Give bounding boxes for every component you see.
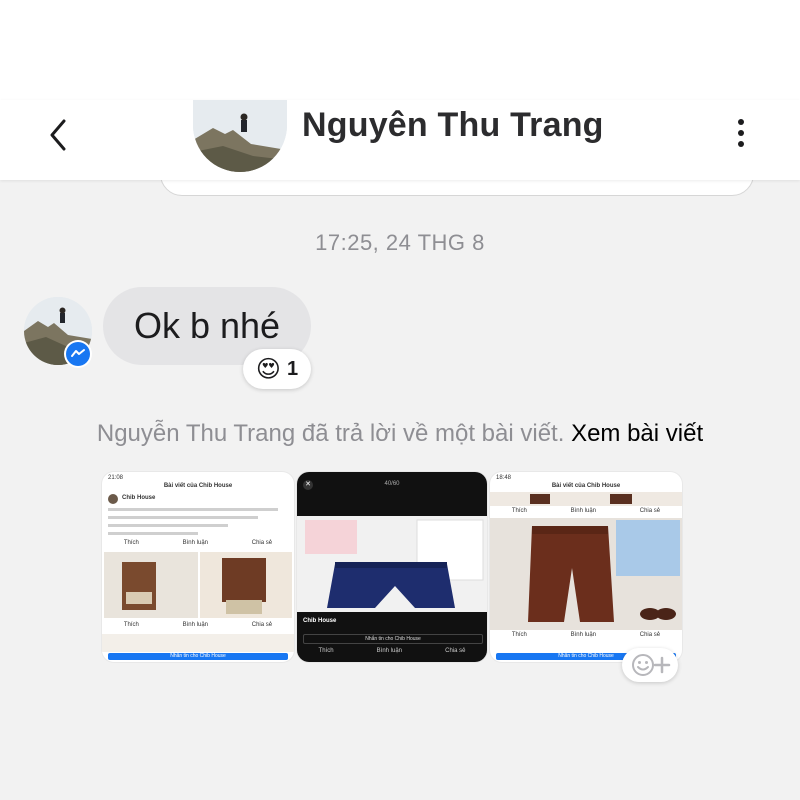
product-photo [490,518,682,630]
post-text-line [108,532,198,535]
chat-header: Nguyên Thu Trang [0,100,800,180]
like-action: Thích [123,622,139,628]
post-action-row: Thích Bình luận Chia sẻ [297,648,487,654]
chevron-left-icon [50,119,66,151]
post-action-row: Thích Bình luận Chia sẻ [102,622,294,628]
like-action: Thích [123,540,139,546]
vertical-dots-icon[interactable] [726,108,756,158]
post-text-line [108,524,228,527]
reply-notice: Nguyễn Thu Trang đã trả lời về một bài v… [0,420,800,448]
post-action-row: Thích Bình luận Chia sẻ [490,508,682,514]
status-time: 18:48 [496,475,512,481]
comment-action: Bình luận [570,508,596,514]
share-action: Chia sẻ [639,632,661,638]
heart-eyes-emoji-icon: 😍 [255,355,281,383]
comment-action: Bình luận [570,632,596,638]
next-post-preview [102,634,294,652]
post-author: Chib House [122,495,156,501]
screenshot-attachment-2[interactable]: ✕ 40/60 Chib House Nhắn tin cho Chib Hou… [297,472,487,662]
comment-action: Bình luận [376,648,403,654]
comment-action: Bình luận [182,540,208,546]
product-photos [104,552,292,618]
contact-avatar-header[interactable] [193,100,287,172]
post-action-row: Thích Bình luận Chia sẻ [102,540,294,546]
message-page-button: Nhắn tin cho Chib House [303,634,483,644]
share-action: Chia sẻ [445,648,466,654]
share-action: Chia sẻ [251,540,273,546]
like-action: Thích [511,508,527,514]
post-text-line [108,508,278,511]
avatar-photo [193,100,287,172]
message-text: Ok b nhé [133,305,281,346]
reaction-count: 1 [286,357,299,380]
screenshot-attachment-1[interactable]: 21:08 Bài viết của Chib House Chib House… [102,472,294,662]
back-button[interactable] [40,110,76,160]
message-reaction[interactable]: 😍 1 [243,349,311,389]
view-post-link[interactable]: Xem bài viết [571,420,703,447]
page-avatar [108,494,118,504]
status-area [0,0,800,100]
comment-action: Bình luận [182,622,208,628]
status-time: 21:08 [108,475,124,481]
contact-name[interactable]: Nguyên Thu Trang [302,106,604,145]
messenger-badge-icon [64,340,92,368]
product-photo-strip [490,492,682,506]
post-action-row: Thích Bình luận Chia sẻ [490,632,682,638]
post-text-line [108,516,258,519]
message-page-button: Nhắn tin cho Chib House [108,653,288,660]
share-action: Chia sẻ [251,622,273,628]
photo-counter: 40/60 [384,481,400,487]
add-reaction-button[interactable] [622,648,678,682]
screenshot-attachment-3[interactable]: 18:48 Bài viết của Chib House Thích Bình… [490,472,682,662]
like-action: Thích [318,648,334,654]
post-page-title: Bài viết của Chib House [163,483,233,489]
product-photo [297,516,487,612]
like-action: Thích [511,632,527,638]
post-author: Chib House [303,618,337,624]
reply-notice-text: Nguyễn Thu Trang đã trả lời về một bài v… [96,420,565,447]
message-timestamp: 17:25, 24 THG 8 [315,230,485,255]
post-page-title: Bài viết của Chib House [551,483,621,489]
smiley-plus-icon [632,654,671,676]
share-action: Chia sẻ [639,508,661,514]
